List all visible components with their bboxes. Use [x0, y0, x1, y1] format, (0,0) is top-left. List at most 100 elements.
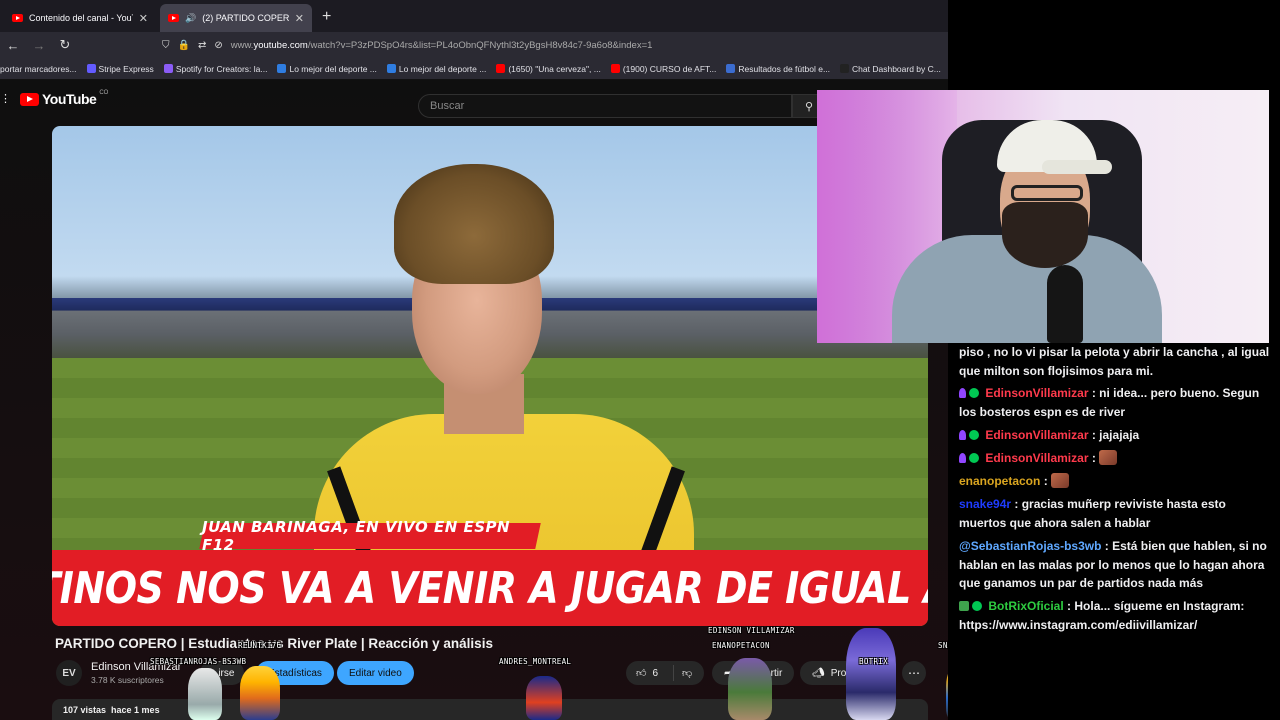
- bookmark-item[interactable]: Spotify for Creators: la...: [163, 64, 267, 74]
- chat-message: EdinsonVillamizar : jajajaja: [959, 426, 1273, 445]
- bookmark-favicon-icon: [496, 64, 506, 73]
- stream-chat: piso , no lo vi pisar la pelota y abrir …: [948, 343, 1280, 720]
- verified-badge-icon: [969, 430, 979, 440]
- microphone-badge-icon: [959, 430, 966, 440]
- youtube-play-icon: [20, 92, 39, 106]
- verified-badge-icon: [969, 388, 979, 398]
- chat-message: EdinsonVillamizar : ni idea... pero buen…: [959, 386, 1260, 419]
- bookmark-item[interactable]: (1900) CURSO de AFT...: [610, 64, 716, 74]
- caption-strip: JUAN BARINAGA, EN VIVO EN ESPN F12: [199, 518, 541, 554]
- thumbs-down-icon: 👎︎: [682, 668, 693, 679]
- character-sprite: [188, 668, 222, 720]
- youtube-logo[interactable]: YouTube CO: [20, 90, 108, 107]
- bookmark-favicon-icon: [840, 64, 850, 73]
- no-autoplay-icon[interactable]: ⊘: [214, 40, 222, 51]
- reload-icon[interactable]: ↻: [52, 37, 78, 53]
- tab-partido-copero[interactable]: 🔊 (2) PARTIDO COPERO | Estu ✕: [160, 4, 312, 32]
- chat-message: EdinsonVillamizar :: [959, 449, 1273, 468]
- chat-message: @SebastianRojas-bs3wb : Está bien que ha…: [959, 539, 1267, 590]
- search-input[interactable]: Buscar: [418, 94, 792, 118]
- bookmark-item[interactable]: Lo mejor del deporte ...: [277, 64, 377, 74]
- chat-username[interactable]: @SebastianRojas-bs3wb: [959, 539, 1101, 553]
- more-actions-button[interactable]: ⋯: [902, 661, 926, 685]
- edit-video-button[interactable]: Editar video: [337, 661, 414, 685]
- overlay-username: SEBASTIANROJAS-BS3WB: [150, 657, 247, 666]
- overlay-username: ENANOPETACON: [712, 641, 770, 650]
- chat-username[interactable]: snake94r: [959, 497, 1011, 511]
- overlay-username: BOTRIX: [859, 657, 888, 666]
- microphone-badge-icon: [959, 388, 966, 398]
- bookmark-item[interactable]: portar marcadores...: [0, 64, 77, 74]
- youtube-page: ⋮ YouTube CO Buscar ⚲ JUAN BARINAGA, EN …: [0, 80, 948, 720]
- bookmark-item[interactable]: (1650) "Una cerveza", ...: [496, 64, 601, 74]
- chat-username[interactable]: BotRixOficial: [988, 599, 1063, 613]
- lock-icon[interactable]: 🔒: [178, 40, 190, 51]
- navigation-bar: ← → ↻ ⛉ 🔒 ⇄ ⊘ www.youtube.com/watch?v=P3…: [0, 32, 948, 58]
- emote-icon: [1099, 450, 1118, 465]
- bookmark-favicon-icon: [610, 64, 620, 73]
- microphone-badge-icon: [959, 453, 966, 463]
- shield-icon[interactable]: ⛉: [162, 40, 170, 51]
- tab-title: Contenido del canal - YouTube: [29, 13, 133, 23]
- speaker-icon[interactable]: 🔊: [185, 13, 196, 24]
- chat-username[interactable]: EdinsonVillamizar: [985, 386, 1088, 400]
- like-button[interactable]: 👍︎ 6: [626, 665, 674, 681]
- chat-message: snake94r : gracias muñerp reviviste hast…: [959, 497, 1226, 530]
- thumbs-up-icon: 👍︎: [636, 668, 647, 679]
- verified-badge-icon: [969, 453, 979, 463]
- bookmark-favicon-icon: [163, 64, 173, 73]
- subscriber-count: 3.78 K suscriptores: [91, 675, 164, 685]
- bookmark-favicon-icon: [277, 64, 287, 73]
- bot-badge-icon: [959, 601, 969, 611]
- character-sprite: [240, 666, 280, 720]
- tab-channel-content[interactable]: Contenido del canal - YouTube ✕: [4, 4, 156, 32]
- youtube-favicon-icon: [168, 14, 179, 22]
- chat-username[interactable]: EdinsonVillamizar: [985, 428, 1088, 442]
- bookmark-favicon-icon: [386, 64, 396, 73]
- verified-badge-icon: [972, 601, 982, 611]
- permissions-icon[interactable]: ⇄: [198, 40, 206, 51]
- chat-username[interactable]: EdinsonVillamizar: [985, 451, 1088, 465]
- microphone-icon: [1047, 265, 1083, 343]
- forward-arrow-icon[interactable]: →: [26, 38, 52, 53]
- overlay-username: ANDRES_MONTREAL: [499, 657, 572, 666]
- megaphone-icon: 📣︎: [812, 667, 825, 679]
- like-dislike-group: 👍︎ 6 👎︎: [626, 661, 704, 685]
- bookmark-favicon-icon: [726, 64, 736, 73]
- url-text[interactable]: www.youtube.com/watch?v=P3zPDSpO4rs&list…: [231, 40, 653, 51]
- video-player[interactable]: JUAN BARINAGA, EN VIVO EN ESPN F12 "ARGE…: [52, 126, 928, 626]
- bookmark-item[interactable]: Chat Dashboard by C...: [840, 64, 941, 74]
- search-icon: ⚲: [805, 100, 814, 113]
- chat-username[interactable]: enanopetacon: [959, 474, 1040, 488]
- chat-message: BotRixOficial : Hola... sígueme en Insta…: [959, 599, 1245, 632]
- bookmark-item[interactable]: Stripe Express: [86, 64, 154, 74]
- description-box[interactable]: 107 vistas hace 1 mes: [52, 699, 928, 720]
- channel-avatar[interactable]: EV: [56, 660, 82, 686]
- bookmarks-bar: portar marcadores... Stripe Express Spotif…: [0, 58, 948, 80]
- emote-icon: [1051, 473, 1070, 488]
- dislike-button[interactable]: 👎︎: [674, 667, 692, 679]
- close-tab-icon[interactable]: ✕: [295, 12, 304, 25]
- overlay-username: EDINSON VILLAMIZAR: [708, 626, 795, 635]
- caption-banner: "ARGENTINOS NOS VA A VENIR A JUGAR DE IG…: [52, 550, 928, 626]
- close-tab-icon[interactable]: ✕: [139, 12, 148, 25]
- back-arrow-icon[interactable]: ←: [0, 38, 26, 53]
- bookmark-item[interactable]: Resultados de fútbol e...: [726, 64, 830, 74]
- webcam-overlay: [817, 90, 1269, 343]
- new-tab-button[interactable]: +: [322, 8, 331, 26]
- chat-message: enanopetacon :: [959, 472, 1273, 491]
- character-sprite: [846, 628, 896, 720]
- address-bar[interactable]: ⛉ 🔒 ⇄ ⊘ www.youtube.com/watch?v=P3zPDSpO…: [156, 35, 946, 55]
- youtube-favicon-icon: [12, 14, 23, 22]
- browser-tab-bar: Contenido del canal - YouTube ✕ 🔊 (2) PA…: [0, 0, 948, 32]
- character-sprite: [526, 676, 562, 720]
- bookmark-favicon-icon: [86, 64, 96, 73]
- overlay-username: REUNTKI76: [238, 641, 282, 650]
- glasses-icon: [1011, 185, 1083, 201]
- chat-message: piso , no lo vi pisar la pelota y abrir …: [959, 345, 1270, 378]
- youtube-header: ⋮ YouTube CO Buscar ⚲: [0, 88, 948, 118]
- hamburger-menu-icon[interactable]: ⋮: [0, 92, 11, 105]
- tab-title: (2) PARTIDO COPERO | Estu: [202, 13, 289, 23]
- character-sprite: [728, 658, 772, 720]
- bookmark-item[interactable]: Lo mejor del deporte ...: [386, 64, 486, 74]
